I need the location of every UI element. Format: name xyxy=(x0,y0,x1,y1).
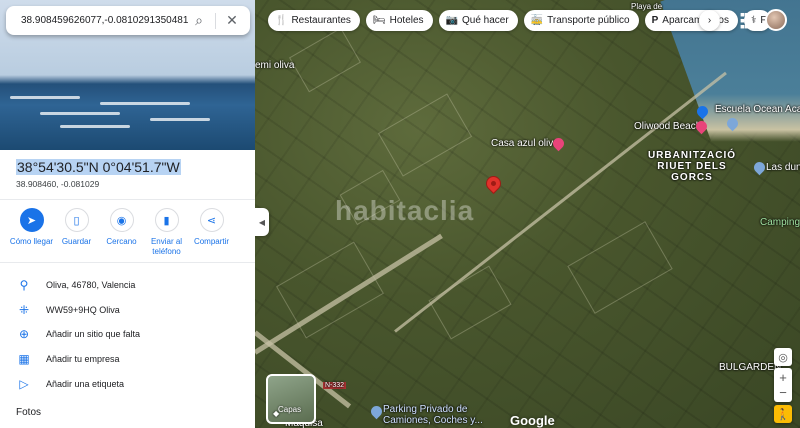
map-label: URBANITZACIÓ RIUET DELS GORCS xyxy=(647,150,737,183)
parking-icon: P xyxy=(651,15,659,26)
my-location-button[interactable]: ◎ xyxy=(774,348,792,366)
map-field xyxy=(428,265,512,340)
chip-label: Hoteles xyxy=(389,15,424,26)
action-label: Guardar xyxy=(61,237,92,246)
add-place-icon: ⊕ xyxy=(18,327,30,341)
plus-code-row[interactable]: ⁜ WW59+9HQ Oliva xyxy=(16,303,120,317)
chip-hoteles[interactable]: 🛏 Hoteles xyxy=(365,10,433,31)
map-field xyxy=(567,221,673,314)
map-label[interactable]: Escuela Ocean Acade xyxy=(715,104,800,115)
page-title: 38°54'30.5"N 0°04'51.7"W xyxy=(16,159,181,175)
add-label-row[interactable]: ▷ Añadir una etiqueta xyxy=(16,377,124,391)
add-place-text: Añadir un sitio que falta xyxy=(46,329,141,339)
chip-label: Qué hacer xyxy=(462,15,509,26)
plus-code-text: WW59+9HQ Oliva xyxy=(46,305,120,315)
layers-text: Capas xyxy=(278,405,302,414)
map-field xyxy=(377,93,473,177)
share-icon: ⋖ xyxy=(199,208,224,232)
add-label-text: Añadir una etiqueta xyxy=(46,379,125,389)
layers-button[interactable]: ◆ Capas xyxy=(266,374,316,424)
nearby-icon: ◉ xyxy=(109,208,134,232)
map-label: BULGARDEN xyxy=(719,362,782,373)
map-label[interactable]: Parking Privado de Camiones, Coches y... xyxy=(383,404,503,426)
map-label[interactable]: Las duna xyxy=(766,162,800,173)
photo-wave xyxy=(100,102,190,105)
add-business-text: Añadir tu empresa xyxy=(46,354,120,364)
divider xyxy=(0,262,255,263)
photo-wave xyxy=(40,112,120,115)
map-field xyxy=(276,241,384,339)
action-label: Cercano xyxy=(106,237,137,246)
target-icon: ◎ xyxy=(778,351,788,364)
map-label[interactable]: Oliwood Beach xyxy=(634,121,701,132)
chips-next-button[interactable]: › xyxy=(699,10,720,31)
zoom-in-button[interactable]: + xyxy=(779,370,787,385)
send-to-phone-button[interactable]: ▮ Enviar al teléfono xyxy=(144,208,189,257)
plus-code-icon: ⁜ xyxy=(18,303,30,317)
action-label: Enviar al teléfono xyxy=(150,237,183,256)
zoom-out-button[interactable]: − xyxy=(779,385,787,400)
search-input[interactable]: 38.908459626077,-0.0810291350481( xyxy=(21,15,189,26)
google-logo: Google xyxy=(510,413,555,428)
watermark-text: habitaclia xyxy=(335,195,475,226)
directions-icon: ➤ xyxy=(19,208,44,232)
address-text: Oliva, 46780, Valencia xyxy=(46,280,136,290)
road-shield: N-332 xyxy=(323,382,347,389)
map-label: emi oliva xyxy=(255,60,295,71)
chip-label: Transporte público xyxy=(547,15,630,26)
chip-aparcamientos[interactable]: P Aparcamientos xyxy=(644,10,738,31)
poi-pin-icon[interactable] xyxy=(368,403,385,420)
zoom-control: + − xyxy=(774,368,792,402)
directions-button[interactable]: ➤ Cómo llegar xyxy=(9,208,54,257)
avatar[interactable] xyxy=(765,9,787,31)
collapse-panel-button[interactable]: ◀ xyxy=(255,208,269,236)
nearby-button[interactable]: ◉ Cercano xyxy=(99,208,144,257)
label-icon: ▷ xyxy=(19,377,29,391)
camera-icon: 📷 xyxy=(445,15,458,26)
map-label[interactable]: Camping A xyxy=(760,217,800,228)
chevron-left-icon: ◀ xyxy=(258,217,266,227)
restaurant-icon: 🍴 xyxy=(275,15,288,26)
photo-wave xyxy=(60,125,130,128)
action-buttons: ➤ Cómo llegar ▯ Guardar ◉ Cercano ▮ Envi… xyxy=(9,208,234,257)
divider xyxy=(0,199,255,200)
pegman-button[interactable]: 🚶 xyxy=(774,405,792,423)
category-chips: 🍴 Restaurantes 🛏 Hoteles 📷 Qué hacer 🚋 Trans… xyxy=(268,10,771,31)
pegman-icon: 🚶 xyxy=(776,408,790,421)
chip-label: Restaurantes xyxy=(291,15,351,26)
photo-wave xyxy=(10,96,80,99)
transit-icon: 🚋 xyxy=(530,15,544,26)
photo-wave xyxy=(150,118,210,121)
send-to-phone-icon: ▮ xyxy=(154,208,179,232)
photos-heading: Fotos xyxy=(16,407,42,418)
side-panel: 38.908459626077,-0.0810291350481( ⌕ ✕ 38… xyxy=(0,0,255,428)
apps-grid-icon[interactable]: ▪▪▪ ▪▪▪ ▪▪▪ xyxy=(740,7,754,33)
map-label[interactable]: Casa azul oliva xyxy=(491,138,559,149)
layers-label: ◆ Capas xyxy=(273,405,302,418)
satellite-map[interactable]: emi oliva Casa azul oliva Escuela Ocean … xyxy=(255,0,800,428)
business-icon: ▦ xyxy=(18,352,30,366)
hotel-icon: 🛏 xyxy=(372,15,386,26)
map-field xyxy=(289,27,361,93)
add-missing-place-row[interactable]: ⊕ Añadir un sitio que falta xyxy=(16,327,140,341)
action-label: Compartir xyxy=(193,237,230,246)
save-button[interactable]: ▯ Guardar xyxy=(54,208,99,257)
decimal-coordinates: 38.908460, -0.081029 xyxy=(16,179,100,189)
chevron-right-icon: › xyxy=(707,15,712,26)
share-button[interactable]: ⋖ Compartir xyxy=(189,208,234,257)
chip-transporte[interactable]: 🚋 Transporte público xyxy=(523,10,639,31)
address-row[interactable]: ⚲ Oliva, 46780, Valencia xyxy=(16,278,136,292)
add-business-row[interactable]: ▦ Añadir tu empresa xyxy=(16,352,120,366)
close-icon[interactable]: ✕ xyxy=(222,11,242,31)
action-label: Cómo llegar xyxy=(9,237,54,246)
search-divider xyxy=(215,12,216,29)
location-pin-icon: ⚲ xyxy=(19,278,29,292)
search-icon[interactable]: ⌕ xyxy=(189,11,209,31)
chip-que-hacer[interactable]: 📷 Qué hacer xyxy=(438,10,518,31)
bookmark-icon: ▯ xyxy=(64,208,89,232)
chip-restaurantes[interactable]: 🍴 Restaurantes xyxy=(268,10,360,31)
search-box[interactable]: 38.908459626077,-0.0810291350481( ⌕ ✕ xyxy=(6,6,250,35)
